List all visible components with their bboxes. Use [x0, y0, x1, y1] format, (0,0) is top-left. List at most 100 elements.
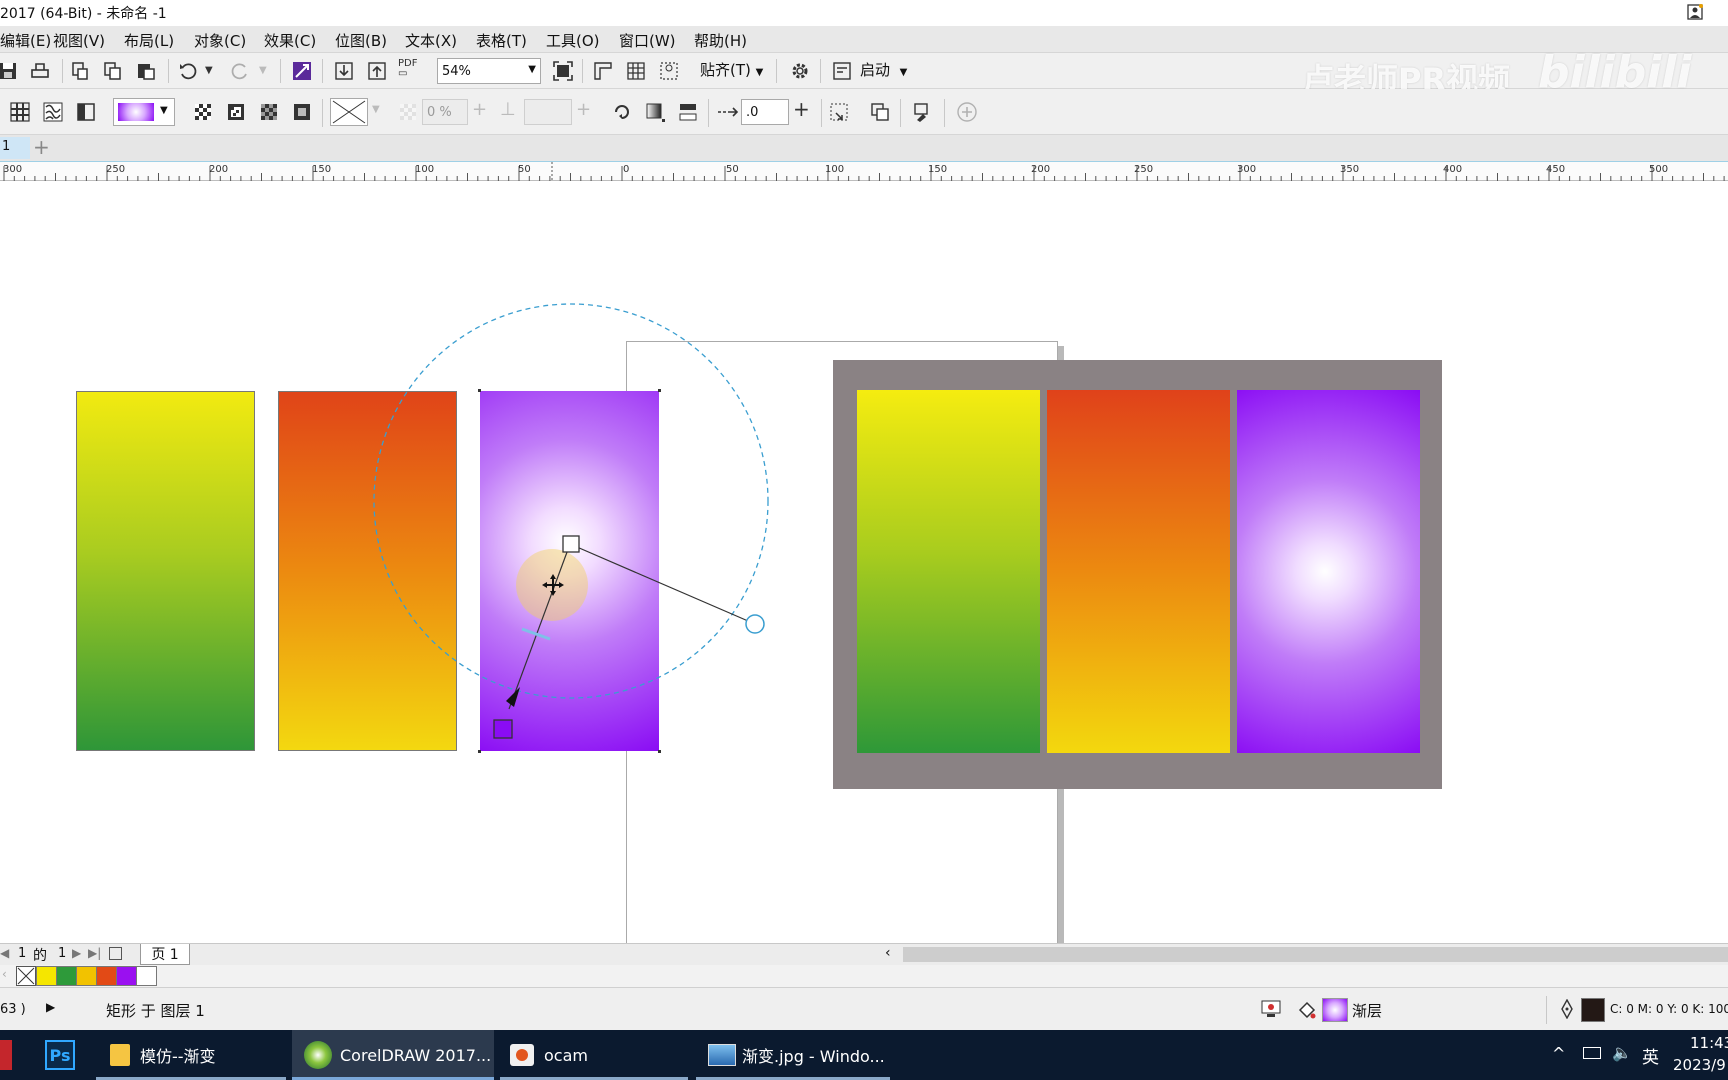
- application-launcher-icon[interactable]: [830, 59, 854, 83]
- zoom-dropdown-icon[interactable]: ▼: [528, 64, 536, 75]
- taskbar-app-red-icon[interactable]: [0, 1040, 12, 1070]
- clock-time[interactable]: 11:43: [1690, 1034, 1728, 1052]
- fill-swatch-picker[interactable]: ▼: [113, 98, 175, 126]
- horizontal-ruler[interactable]: 300 250 200 150 100 50 0 50 100 150 200 …: [0, 161, 1728, 181]
- show-rulers-icon[interactable]: [591, 59, 615, 83]
- show-hidden-icons-chevron-icon[interactable]: ^: [1552, 1044, 1565, 1063]
- merge-mode-dropdown-icon: ▼: [372, 104, 380, 115]
- menu-tools[interactable]: 工具(O): [546, 30, 600, 51]
- palette-swatch[interactable]: [76, 966, 97, 986]
- menu-text[interactable]: 文本(X): [405, 30, 457, 51]
- interactive-fill-icon[interactable]: [8, 100, 32, 124]
- swatch-dropdown-icon[interactable]: ▼: [160, 105, 168, 116]
- ruler-label: 250: [1134, 164, 1154, 175]
- menu-window[interactable]: 窗口(W): [619, 30, 676, 51]
- undo-icon[interactable]: [176, 59, 200, 83]
- taskbar-photo-viewer[interactable]: 渐变.jpg - Windo...: [696, 1030, 890, 1080]
- fill-bucket-icon[interactable]: [1297, 1000, 1317, 1020]
- paste-icon[interactable]: [134, 59, 158, 83]
- expand-status-icon[interactable]: ▶: [46, 1000, 55, 1014]
- volume-icon[interactable]: 🔈: [1612, 1043, 1632, 1062]
- menu-table[interactable]: 表格(T): [476, 30, 527, 51]
- import-icon[interactable]: [332, 59, 356, 83]
- merge-mode-swatch[interactable]: [330, 98, 368, 126]
- battery-icon[interactable]: [1583, 1047, 1601, 1059]
- outline-color-swatch[interactable]: [1581, 998, 1605, 1022]
- free-scale-skew-icon[interactable]: [827, 100, 851, 124]
- outline-pen-icon[interactable]: [1560, 998, 1574, 1020]
- standard-toolbar: ▼ ▼ PDF ▭ 54% ▼ 贴齐(T) ▼ 启动 ▼ 卢老师PR视频 bili…: [0, 47, 1728, 99]
- taskbar-coreldraw[interactable]: CorelDRAW 2017...: [292, 1030, 494, 1080]
- document-tab[interactable]: 1: [0, 137, 30, 159]
- current-page-number[interactable]: 1: [18, 946, 26, 961]
- reverse-fill-icon[interactable]: [610, 100, 634, 124]
- new-tab-plus-icon[interactable]: +: [33, 135, 50, 159]
- undo-dropdown-icon[interactable]: ▼: [205, 65, 213, 76]
- acceleration-icon[interactable]: [716, 100, 740, 124]
- menu-effects[interactable]: 效果(C): [264, 30, 316, 51]
- taskbar-item-label: 模仿--渐变: [140, 1047, 216, 1066]
- menu-help[interactable]: 帮助(H): [694, 30, 747, 51]
- transparency-checker-1-icon[interactable]: [191, 100, 215, 124]
- horizontal-scrollbar-thumb[interactable]: [903, 947, 1728, 962]
- clock-date[interactable]: 2023/9: [1673, 1056, 1726, 1074]
- palette-swatch[interactable]: [136, 966, 157, 986]
- transparency-checker-4-icon[interactable]: [290, 100, 314, 124]
- reference-orange-yellow-panel: [1047, 390, 1230, 753]
- menu-bitmaps[interactable]: 位图(B): [335, 30, 387, 51]
- edit-fill-icon[interactable]: [910, 100, 934, 124]
- options-gear-icon[interactable]: [788, 59, 812, 83]
- node-position-field: [524, 99, 572, 125]
- current-fill-swatch[interactable]: [1322, 998, 1348, 1022]
- fill-type-icon[interactable]: [74, 100, 98, 124]
- palette-swatch[interactable]: [116, 966, 137, 986]
- reference-image-frame[interactable]: [833, 360, 1442, 789]
- show-guidelines-icon[interactable]: [657, 59, 681, 83]
- no-fill-swatch[interactable]: [16, 966, 36, 986]
- drawing-canvas[interactable]: [0, 181, 1728, 951]
- first-page-icon[interactable]: ◀: [0, 946, 9, 960]
- transparency-checker-3-icon[interactable]: [257, 100, 281, 124]
- acceleration-field[interactable]: .0: [741, 99, 789, 125]
- copy-icon[interactable]: [101, 59, 125, 83]
- palette-swatch[interactable]: [96, 966, 117, 986]
- rearrange-fill-icon[interactable]: [643, 100, 667, 124]
- menu-view[interactable]: 视图(V): [53, 30, 105, 51]
- snap-to-dropdown[interactable]: 贴齐(T) ▼: [700, 59, 763, 80]
- input-method-indicator[interactable]: 英: [1642, 1043, 1659, 1068]
- smooth-blend-icon[interactable]: [676, 100, 700, 124]
- show-grid-icon[interactable]: [624, 59, 648, 83]
- gradient-swatch: [118, 103, 154, 121]
- full-screen-preview-icon[interactable]: [551, 59, 575, 83]
- palette-scroll-left-icon[interactable]: ‹: [2, 967, 7, 981]
- acceleration-plus-icon[interactable]: +: [793, 97, 810, 121]
- page-tab[interactable]: 页 1: [140, 944, 190, 965]
- taskbar-file-explorer[interactable]: 模仿--渐变: [96, 1030, 286, 1080]
- menu-object[interactable]: 对象(C): [194, 30, 246, 51]
- last-page-icon[interactable]: ▶|: [88, 946, 101, 960]
- menu-layout[interactable]: 布局(L): [124, 30, 174, 51]
- palette-swatch[interactable]: [36, 966, 57, 986]
- menu-edit[interactable]: 编辑(E): [0, 30, 51, 51]
- print-icon[interactable]: [28, 59, 52, 83]
- color-proofing-icon[interactable]: [1261, 1000, 1281, 1018]
- save-icon[interactable]: [0, 59, 20, 83]
- cut-icon[interactable]: [68, 59, 92, 83]
- pattern-fill-icon[interactable]: [41, 100, 65, 124]
- launch-dropdown[interactable]: 启动 ▼: [860, 59, 907, 80]
- ruler-label: 200: [1031, 164, 1051, 175]
- photoshop-icon[interactable]: Ps: [45, 1040, 75, 1070]
- transparency-checker-2-icon[interactable]: [224, 100, 248, 124]
- corel-connect-icon[interactable]: [290, 59, 314, 83]
- add-page-icon[interactable]: [109, 947, 122, 960]
- next-page-icon[interactable]: ▶: [72, 946, 81, 960]
- scroll-left-icon[interactable]: ‹: [885, 945, 891, 961]
- user-account-icon[interactable]: [1686, 3, 1704, 21]
- publish-pdf-icon[interactable]: PDF ▭: [398, 59, 417, 79]
- palette-swatch[interactable]: [56, 966, 77, 986]
- add-button-icon[interactable]: [955, 100, 979, 124]
- copy-fill-properties-icon[interactable]: [868, 100, 892, 124]
- taskbar-ocam[interactable]: ocam: [500, 1030, 688, 1080]
- export-icon[interactable]: [365, 59, 389, 83]
- zoom-level-combobox[interactable]: 54% ▼: [437, 58, 541, 84]
